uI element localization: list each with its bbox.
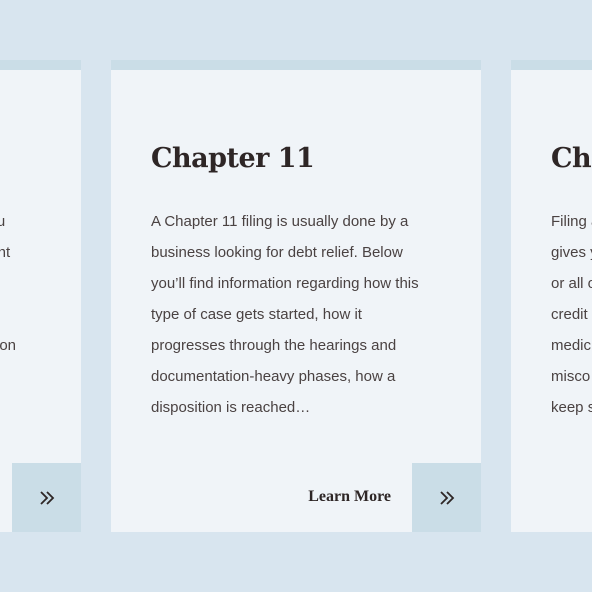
card-title: Cha (551, 143, 592, 174)
card-body-line: documentation-heavy phases, how a (151, 368, 396, 385)
card-body-line: uent (0, 244, 11, 261)
card-body-line: gives y (551, 244, 592, 261)
card-body-line: progresses through the hearings and (151, 337, 397, 354)
card-next: Cha Filing a gives y or all o credit med… (511, 60, 592, 532)
card-body-line: or all o (551, 275, 592, 292)
card-body-line: credit (551, 306, 588, 323)
card-body-line: ssion (0, 337, 17, 354)
card-body-line (0, 299, 81, 330)
card-body-line: keep s (551, 399, 592, 416)
card-body-line: business looking for debt relief. Below (151, 244, 403, 261)
double-chevron-right-icon (439, 490, 454, 505)
card-body-line: Filing a (551, 213, 592, 230)
card-arrow-button[interactable] (412, 463, 481, 532)
double-chevron-right-icon (39, 490, 54, 505)
card-title: Chapter 11 (151, 143, 315, 174)
card-previous: you uent er ssion (0, 60, 81, 532)
card-body-line: type of case gets started, how it (151, 306, 362, 323)
card-body: Filing a gives y or all o credit medic m… (551, 206, 592, 423)
card-body-line: disposition is reached… (151, 399, 311, 416)
card-body-line: er (0, 268, 81, 299)
card-chapter-11: Chapter 11 A Chapter 11 filing is usuall… (111, 60, 481, 532)
card-body-line: A Chapter 11 filing is usually done by a (151, 213, 409, 230)
card-body-line: medic (551, 337, 592, 354)
learn-more-link[interactable]: Learn More (308, 488, 391, 506)
card-body-line: misco (551, 368, 591, 385)
card-body: A Chapter 11 filing is usually done by a… (151, 206, 441, 423)
card-body-line: you (0, 206, 81, 237)
card-arrow-button[interactable] (12, 463, 81, 532)
card-body: you uent er ssion (0, 206, 81, 361)
card-body-line: you’ll find information regarding how th… (151, 275, 419, 292)
